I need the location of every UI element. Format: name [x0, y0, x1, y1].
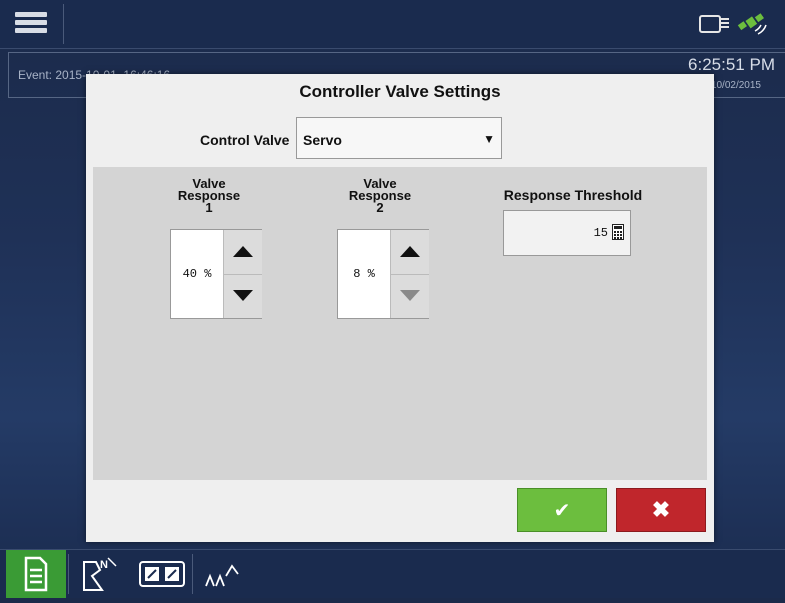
accept-button[interactable]: ✔ — [517, 488, 607, 532]
cancel-button[interactable]: ✖ — [616, 488, 706, 532]
close-icon: ✖ — [651, 497, 671, 522]
field-map-icon: N — [83, 557, 117, 591]
calculator-icon — [612, 224, 624, 240]
response-threshold-field[interactable]: 15 — [503, 210, 631, 256]
split-view-icon — [139, 561, 185, 587]
valve-response-2-down-button[interactable] — [391, 274, 429, 318]
divider — [192, 554, 193, 594]
top-bar — [0, 0, 785, 49]
tab-planting[interactable] — [194, 550, 254, 598]
dropdown-arrow-icon: ▼ — [483, 132, 495, 146]
controller-valve-dialog: Controller Valve Settings Control Valve … — [86, 74, 714, 542]
control-valve-select[interactable]: Servo ▼ — [296, 117, 502, 159]
arrow-down-icon — [400, 290, 420, 301]
valve-response-1-stepper: 40 % — [170, 229, 262, 319]
hamburger-menu-icon[interactable] — [6, 6, 58, 40]
satellite-gps-icon[interactable] — [737, 11, 771, 37]
divider — [68, 554, 69, 594]
arrow-up-icon — [400, 246, 420, 257]
arrow-down-icon — [233, 290, 253, 301]
arrow-up-icon — [233, 246, 253, 257]
svg-text:N: N — [100, 559, 108, 571]
valve-response-2-label: Valve Response 2 — [348, 176, 412, 215]
valve-response-1-label: Valve Response 1 — [177, 176, 241, 215]
bottom-bar: N — [0, 549, 785, 598]
planting-icon — [205, 564, 239, 587]
tab-field-map[interactable]: N — [72, 550, 132, 598]
divider — [63, 4, 64, 44]
clock: 6:25:51 PM — [688, 55, 775, 74]
display-icon[interactable] — [699, 15, 729, 33]
checkmark-icon: ✔ — [553, 499, 571, 522]
valve-response-2-stepper: 8 % — [337, 229, 429, 319]
tab-split-view[interactable] — [132, 550, 192, 598]
tab-home[interactable] — [6, 550, 66, 598]
response-threshold-value: 15 — [593, 226, 608, 240]
date: 10/02/2015 — [710, 80, 761, 91]
dialog-title: Controller Valve Settings — [299, 82, 501, 101]
valve-response-1-value: 40 % — [182, 267, 212, 281]
valve-response-2-value: 8 % — [353, 267, 375, 281]
home-icon — [24, 556, 48, 592]
status-area — [699, 7, 777, 41]
valve-response-1-up-button[interactable] — [224, 230, 262, 275]
valve-response-1-down-button[interactable] — [224, 274, 262, 318]
control-valve-label: Control Valve — [200, 132, 290, 148]
control-valve-value: Servo — [303, 132, 342, 148]
response-threshold-label: Response Threshold — [503, 187, 643, 203]
valve-response-2-up-button[interactable] — [391, 230, 429, 275]
